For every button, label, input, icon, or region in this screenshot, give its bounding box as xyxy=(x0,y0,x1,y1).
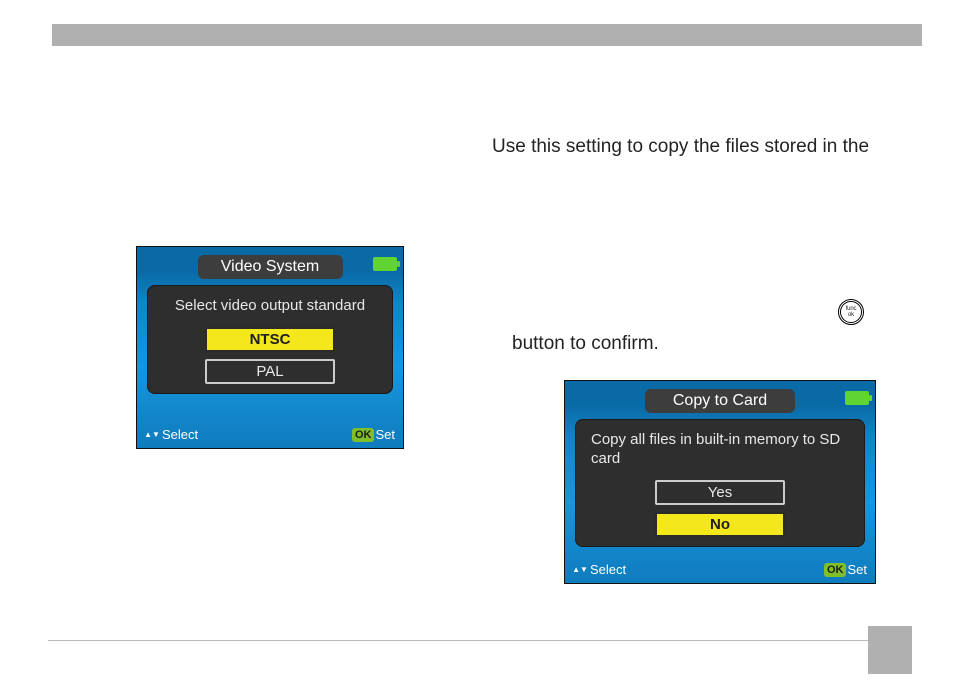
option-yes[interactable]: Yes xyxy=(655,480,785,505)
battery-icon xyxy=(845,391,869,405)
func-label-bottom: ok xyxy=(848,312,854,318)
intro-text: Use this setting to copy the files store… xyxy=(492,134,932,160)
battery-icon xyxy=(373,257,397,271)
lcd-copy-to-card: Copy to Card Copy all files in built-in … xyxy=(564,380,876,584)
dialog-message: Copy all files in built-in memory to SD … xyxy=(585,431,855,469)
lcd-title: Copy to Card xyxy=(645,389,795,413)
option-no[interactable]: No xyxy=(655,512,785,537)
ok-badge-icon: OK xyxy=(352,428,375,442)
dialog-panel: Select video output standard NTSC PAL xyxy=(147,285,393,394)
footer-set-label: Set xyxy=(847,562,867,577)
header-bar xyxy=(52,24,922,46)
confirm-line: func ok button to confirm. xyxy=(492,305,932,345)
confirm-text: button to confirm. xyxy=(512,333,659,355)
footer-set-label: Set xyxy=(375,427,395,442)
lcd-video-system: Video System Select video output standar… xyxy=(136,246,404,449)
option-ntsc[interactable]: NTSC xyxy=(205,327,335,352)
footer-select-label: Select xyxy=(162,427,198,442)
updown-icon: ▲▼ xyxy=(573,563,587,577)
page-corner xyxy=(868,626,912,674)
func-ok-icon: func ok xyxy=(840,301,862,323)
ok-badge-icon: OK xyxy=(824,563,847,577)
lcd-title: Video System xyxy=(198,255,343,279)
lcd-footer: ▲▼ Select OK Set xyxy=(145,427,395,442)
func-label-top: func xyxy=(846,306,857,312)
lcd-footer: ▲▼ Select OK Set xyxy=(573,562,867,577)
updown-icon: ▲▼ xyxy=(145,428,159,442)
dialog-panel: Copy all files in built-in memory to SD … xyxy=(575,419,865,547)
dialog-message: Select video output standard xyxy=(175,297,365,316)
footer-rule xyxy=(48,640,880,641)
option-pal[interactable]: PAL xyxy=(205,359,335,384)
footer-select-label: Select xyxy=(590,562,626,577)
